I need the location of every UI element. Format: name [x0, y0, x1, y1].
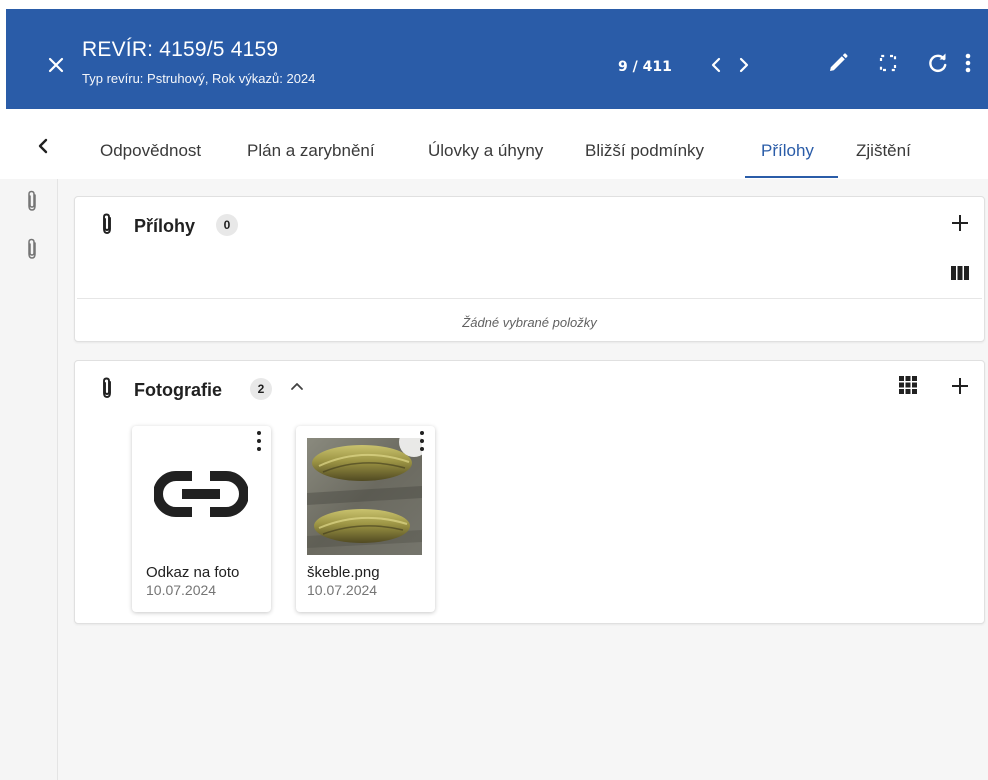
photo-tile-link[interactable]: Odkaz na foto 10.07.2024	[132, 426, 271, 612]
divider	[77, 298, 982, 299]
record-pager: 9 / 411	[618, 59, 672, 75]
paperclip-icon	[103, 377, 111, 398]
tile-more-icon[interactable]	[417, 431, 427, 453]
tab-odpovednost[interactable]: Odpovědnost	[100, 141, 201, 161]
photos-count-badge: 2	[250, 378, 272, 400]
attachments-title: Přílohy	[134, 216, 196, 236]
grid-view-icon[interactable]	[899, 376, 917, 394]
photos-card: Fotografie 2 Odkaz na foto 10.07.2024 šk…	[74, 360, 985, 624]
add-icon[interactable]	[951, 214, 969, 232]
tile-date: 10.07.2024	[307, 582, 378, 598]
tab-prilohy[interactable]: Přílohy	[761, 141, 814, 161]
more-vert-icon[interactable]	[962, 51, 974, 75]
tab-bar: Odpovědnost Plán a zarybnění Úlovky a úh…	[0, 109, 988, 179]
attachments-count-badge: 0	[216, 214, 238, 236]
tab-plan-a-zarybneni[interactable]: Plán a zarybnění	[247, 141, 375, 161]
add-icon[interactable]	[951, 377, 969, 395]
paperclip-icon[interactable]	[25, 237, 39, 261]
content-area: Přílohy 0 Žádné vybrané položky Fotograf…	[58, 179, 988, 780]
photo-tile-image[interactable]: škeble.png 10.07.2024	[296, 426, 435, 612]
app-header: REVÍR: 4159/5 4159 Typ revíru: Pstruhový…	[6, 9, 988, 109]
pencil-icon[interactable]	[826, 51, 850, 75]
tile-more-icon[interactable]	[254, 431, 264, 453]
columns-icon[interactable]	[951, 266, 969, 280]
link-icon	[154, 471, 248, 517]
photo-thumbnail	[307, 438, 422, 555]
chevron-up-icon[interactable]	[289, 380, 305, 392]
tab-ulovky-a-uhyny[interactable]: Úlovky a úhyny	[428, 141, 543, 161]
refresh-icon[interactable]	[926, 51, 950, 75]
close-icon[interactable]	[46, 55, 66, 75]
photos-title: Fotografie	[134, 380, 222, 400]
fullscreen-icon[interactable]	[876, 51, 900, 75]
chevron-left-icon[interactable]	[709, 57, 723, 73]
tile-name: škeble.png	[307, 564, 380, 581]
tab-blizsi-podminky[interactable]: Bližší podmínky	[585, 141, 704, 161]
empty-state-text: Žádné vybrané položky	[462, 315, 597, 330]
tile-date: 10.07.2024	[146, 582, 217, 598]
active-tab-indicator	[745, 176, 838, 178]
chevron-right-icon[interactable]	[737, 57, 751, 73]
record-title: REVÍR: 4159/5 4159	[82, 38, 279, 61]
tab-zjisteni[interactable]: Zjištění	[856, 141, 911, 161]
attachments-card: Přílohy 0 Žádné vybrané položky	[74, 196, 985, 342]
left-rail	[0, 179, 58, 780]
record-subtitle: Typ revíru: Pstruhový, Rok výkazů: 2024	[82, 71, 316, 86]
paperclip-icon[interactable]	[25, 189, 39, 213]
tabs-scroll-left-icon[interactable]	[36, 138, 50, 154]
paperclip-icon	[103, 213, 111, 234]
tile-name: Odkaz na foto	[146, 564, 240, 581]
